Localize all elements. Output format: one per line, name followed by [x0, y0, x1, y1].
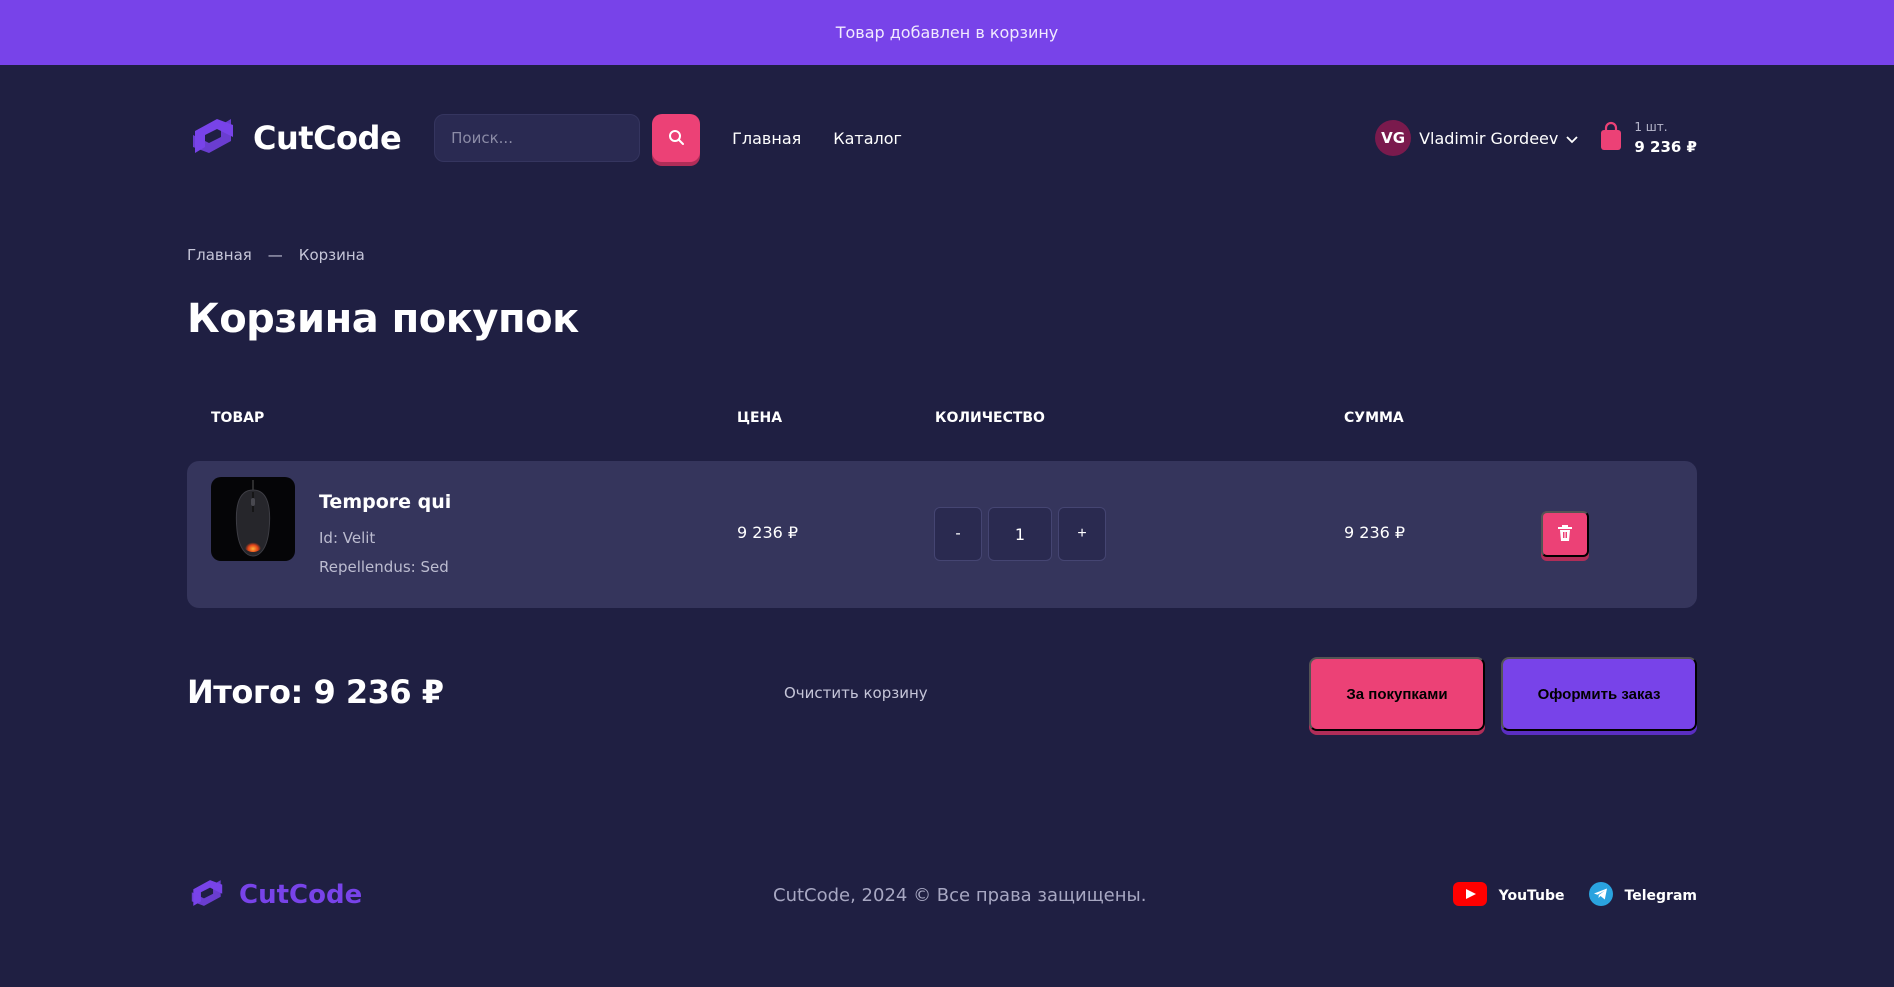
product-image[interactable]	[211, 477, 295, 561]
copyright: CutCode, 2024 © Все права защищены.	[773, 885, 1147, 906]
youtube-link[interactable]: YouTube	[1452, 882, 1565, 910]
search-form	[434, 114, 701, 162]
footer-logo-text: CutCode	[239, 880, 363, 910]
product-title[interactable]: Tempore qui	[319, 491, 451, 513]
footer-logo-link[interactable]: CutCode	[187, 874, 362, 916]
breadcrumb-current: Корзина	[298, 246, 365, 264]
quantity-decrease-button[interactable]: -	[934, 507, 982, 561]
header: CutCode Главная Каталог VG Vladimir Gord…	[187, 112, 1697, 164]
column-header-product: ТОВАР	[211, 410, 265, 426]
user-name: Vladimir Gordeev	[1419, 128, 1559, 148]
continue-shopping-button[interactable]: За покупками	[1309, 657, 1485, 731]
avatar: VG	[1375, 120, 1412, 156]
header-cart-sum: 9 236 ₽	[1634, 138, 1697, 156]
header-cart-button[interactable]: 1 шт. 9 236 ₽	[1600, 120, 1697, 156]
youtube-label: YouTube	[1498, 888, 1565, 904]
chevron-down-icon	[1566, 129, 1578, 148]
breadcrumb-separator: —	[267, 246, 283, 264]
table-header: ТОВАР ЦЕНА КОЛИЧЕСТВО СУММА	[187, 410, 1697, 430]
product-sum: 9 236 ₽	[1344, 523, 1406, 542]
checkout-button[interactable]: Оформить заказ	[1501, 657, 1697, 731]
cart-total: Итого: 9 236 ₽	[187, 673, 444, 711]
youtube-icon	[1452, 882, 1487, 910]
search-input[interactable]	[434, 114, 641, 162]
notification-bar: Товар добавлен в корзину	[0, 0, 1894, 65]
product-attribute: Id: Velit	[319, 529, 376, 547]
user-menu[interactable]: VG Vladimir Gordeev	[1375, 120, 1578, 156]
page-title: Корзина покупок	[187, 296, 579, 342]
search-icon	[668, 129, 685, 148]
telegram-link[interactable]: Telegram	[1588, 882, 1697, 910]
quantity-increase-button[interactable]: +	[1058, 507, 1106, 561]
column-header-price: ЦЕНА	[737, 410, 783, 426]
breadcrumb-home[interactable]: Главная	[187, 246, 252, 264]
page: Товар добавлен в корзину CutCode Главная…	[0, 0, 1894, 987]
product-attribute: Repellendus: Sed	[319, 558, 449, 576]
trash-icon	[1558, 524, 1572, 544]
logo-text: CutCode	[253, 119, 402, 157]
notification-text: Товар добавлен в корзину	[835, 23, 1059, 42]
quantity-input[interactable]	[988, 507, 1052, 561]
main-nav: Главная Каталог	[732, 129, 902, 148]
product-price: 9 236 ₽	[737, 523, 799, 542]
logo-icon	[187, 874, 227, 916]
column-header-quantity: КОЛИЧЕСТВО	[935, 410, 1045, 426]
search-button[interactable]	[652, 114, 701, 162]
telegram-label: Telegram	[1624, 888, 1697, 904]
social-links: YouTube Telegram	[1452, 882, 1697, 910]
nav-link-home[interactable]: Главная	[732, 129, 801, 148]
shopping-bag-icon	[1600, 121, 1622, 155]
header-cart-info: 1 шт. 9 236 ₽	[1634, 120, 1697, 156]
logo-icon	[187, 111, 239, 165]
breadcrumb: Главная — Корзина	[187, 246, 365, 264]
column-header-sum: СУММА	[1344, 410, 1404, 426]
telegram-icon	[1588, 882, 1613, 910]
logo-link[interactable]: CutCode	[187, 111, 402, 165]
table-row: Tempore qui Id: Velit Repellendus: Sed 9…	[187, 461, 1697, 608]
delete-item-button[interactable]	[1541, 511, 1589, 557]
nav-link-catalog[interactable]: Каталог	[833, 129, 902, 148]
header-cart-count: 1 шт.	[1634, 120, 1668, 134]
clear-cart-link[interactable]: Очистить корзину	[784, 684, 928, 702]
quantity-stepper: - +	[934, 507, 1106, 561]
